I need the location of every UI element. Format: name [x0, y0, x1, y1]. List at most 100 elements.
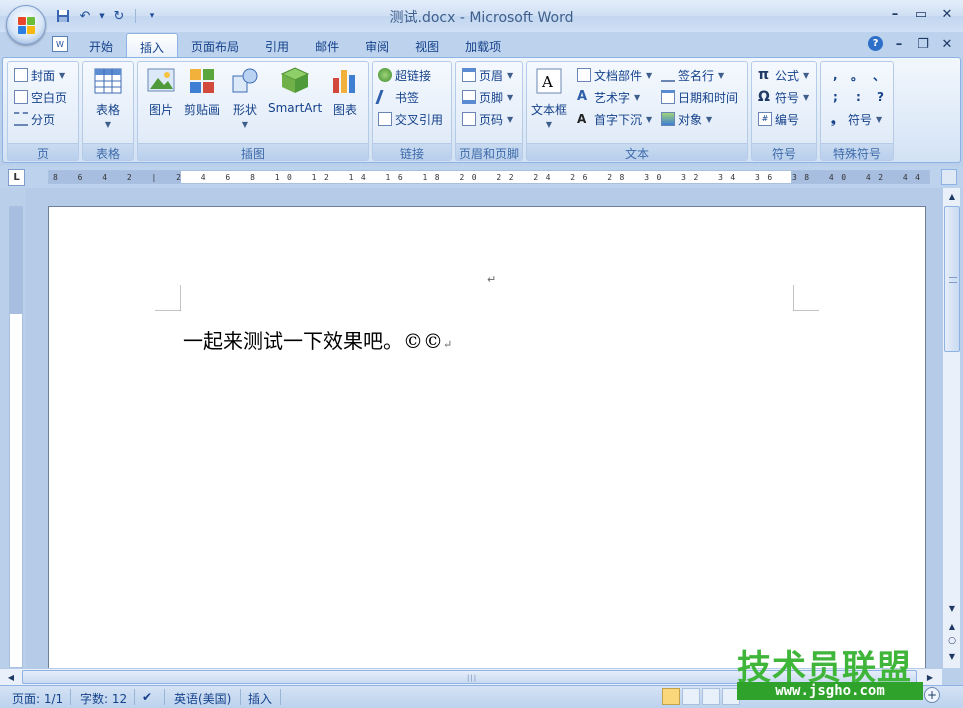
- ribbon-tabs: 开始 插入 页面布局 引用 邮件 审阅 视图 加载项: [76, 33, 514, 58]
- document-body-text[interactable]: 一起来测试一下效果吧。©©↵: [183, 325, 452, 354]
- symbol-comma[interactable]: ,: [833, 65, 838, 85]
- vertical-ruler[interactable]: [9, 206, 23, 668]
- numbering-button[interactable]: # 编号: [758, 109, 799, 129]
- symbol-enumeration-comma[interactable]: 、: [873, 65, 885, 85]
- tab-view[interactable]: 视图: [402, 33, 452, 58]
- doc-minimize-icon[interactable]: –: [891, 36, 907, 52]
- tab-references[interactable]: 引用: [252, 33, 302, 58]
- insert-mode-indicator[interactable]: 插入: [248, 690, 272, 707]
- maximize-icon[interactable]: ▭: [913, 6, 929, 22]
- print-layout-icon[interactable]: [662, 688, 680, 705]
- hyperlink-button[interactable]: 超链接: [378, 65, 431, 85]
- office-button[interactable]: [6, 5, 46, 45]
- view-ruler-button[interactable]: [941, 169, 957, 185]
- help-icon[interactable]: ?: [868, 36, 883, 51]
- group-label-tables: 表格: [83, 143, 133, 161]
- smartart-button[interactable]: SmartArt: [268, 66, 322, 115]
- symbol-button[interactable]: Ω 符号 ▼: [758, 87, 809, 107]
- scroll-down-icon[interactable]: ▼: [944, 600, 960, 616]
- tab-page-layout[interactable]: 页面布局: [178, 33, 252, 58]
- tab-home[interactable]: 开始: [76, 33, 126, 58]
- group-label-header-footer: 页眉和页脚: [456, 143, 522, 161]
- hyperlink-icon: [378, 68, 392, 82]
- footer-button[interactable]: 页脚 ▼: [462, 87, 513, 107]
- paragraph-mark: ↵: [487, 273, 497, 286]
- chart-icon: [333, 70, 355, 93]
- zoom-in-icon[interactable]: +: [924, 687, 940, 703]
- page-break-button[interactable]: 分页: [14, 109, 55, 129]
- minimize-icon[interactable]: –: [887, 6, 903, 22]
- close-icon[interactable]: ✕: [939, 6, 955, 22]
- signature-line-button[interactable]: 签名行 ▼: [661, 65, 724, 85]
- full-screen-reading-icon[interactable]: [682, 688, 700, 705]
- cover-page-button[interactable]: 封面 ▼: [14, 65, 65, 85]
- tab-mailings[interactable]: 邮件: [302, 33, 352, 58]
- object-button[interactable]: 对象 ▼: [661, 109, 712, 129]
- title-bar: ↶ ▼ ↻ ▾ 测试.docx - Microsoft Word – ▭ ✕: [0, 0, 963, 32]
- tab-review[interactable]: 审阅: [352, 33, 402, 58]
- quick-parts-icon: [577, 68, 591, 82]
- table-icon: [94, 68, 122, 94]
- group-label-symbols: 符号: [752, 143, 816, 161]
- browse-object-icon[interactable]: ○: [944, 633, 960, 649]
- cross-reference-button[interactable]: 交叉引用: [378, 109, 443, 129]
- symbol-question[interactable]: ?: [877, 87, 884, 107]
- drop-cap-button[interactable]: A 首字下沉 ▼: [577, 109, 652, 129]
- word-doc-icon[interactable]: W: [52, 36, 68, 52]
- vertical-scrollbar[interactable]: ▲ ▼ ▲ ○ ▼: [942, 188, 960, 668]
- equation-button[interactable]: π 公式 ▼: [758, 65, 809, 85]
- table-button[interactable]: 表格 ▼: [93, 66, 123, 129]
- clip-art-button[interactable]: 剪贴画: [184, 66, 220, 118]
- wordart-button[interactable]: A 艺术字 ▼: [577, 87, 640, 107]
- page-number-button[interactable]: 页码 ▼: [462, 109, 513, 129]
- office-logo-icon: [18, 17, 36, 35]
- group-label-text: 文本: [527, 143, 747, 161]
- divider: [280, 689, 281, 705]
- cross-reference-icon: [378, 112, 392, 126]
- header-button[interactable]: 页眉 ▼: [462, 65, 513, 85]
- language-indicator[interactable]: 英语(美国): [174, 690, 231, 707]
- symbol-semicolon[interactable]: ;: [833, 87, 838, 107]
- symbol-colon[interactable]: :: [856, 87, 861, 107]
- symbol-period[interactable]: 。: [851, 65, 863, 85]
- doc-close-icon[interactable]: ✕: [939, 36, 955, 52]
- ribbon-tab-row: W 开始 插入 页面布局 引用 邮件 审阅 视图 加载项 ? – ❐ ✕: [0, 32, 963, 58]
- word-count[interactable]: 字数: 12: [80, 690, 127, 707]
- watermark-url: www.jsgho.com: [737, 682, 923, 700]
- blank-page-button[interactable]: 空白页: [14, 87, 67, 107]
- horizontal-ruler[interactable]: 8 6 4 2 | 2 4 6 8 10 12 14 16 18 20 22 2…: [48, 170, 930, 184]
- web-layout-icon[interactable]: [702, 688, 720, 705]
- scroll-left-icon[interactable]: ◀: [3, 670, 19, 684]
- header-icon: [462, 68, 476, 82]
- footer-icon: [462, 90, 476, 104]
- text-box-button[interactable]: A 文本框 ▼: [531, 66, 567, 129]
- tab-addins[interactable]: 加载项: [452, 33, 514, 58]
- chart-button[interactable]: 图表: [330, 66, 360, 118]
- group-header-footer: 页眉 ▼ 页脚 ▼ 页码 ▼ 页眉和页脚: [455, 61, 523, 161]
- quick-parts-button[interactable]: 文档部件 ▼: [577, 65, 652, 85]
- tab-selector-button[interactable]: L: [8, 169, 25, 186]
- scroll-up-icon[interactable]: ▲: [944, 188, 960, 204]
- bookmark-button[interactable]: 书签: [375, 87, 419, 107]
- window-controls: – ▭ ✕: [887, 6, 955, 22]
- document-page[interactable]: ↵ 一起来测试一下效果吧。©©↵: [48, 206, 926, 676]
- page-count[interactable]: 页面: 1/1: [12, 690, 63, 707]
- more-symbols-button[interactable]: ❟ 符号 ▼: [831, 109, 882, 129]
- group-symbols: π 公式 ▼ Ω 符号 ▼ # 编号 符号: [751, 61, 817, 161]
- group-special-symbols: , 。 、 ; : ? ❟ 符号 ▼ 特殊符号: [820, 61, 894, 161]
- document-controls: ? – ❐ ✕: [868, 36, 955, 52]
- scroll-right-icon[interactable]: ▶: [922, 670, 938, 684]
- doc-restore-icon[interactable]: ❐: [915, 36, 931, 52]
- shapes-button[interactable]: 形状 ▼: [230, 66, 260, 129]
- picture-button[interactable]: 图片: [146, 66, 176, 118]
- previous-page-icon[interactable]: ▲: [944, 618, 960, 634]
- date-time-button[interactable]: 日期和时间: [661, 87, 738, 107]
- grip-icon: |||: [467, 674, 478, 682]
- proofing-icon[interactable]: ✔: [142, 690, 152, 704]
- wordart-icon: A: [577, 89, 588, 104]
- vertical-scroll-thumb[interactable]: [944, 206, 960, 352]
- drop-cap-icon: A: [577, 112, 587, 126]
- ribbon: 封面 ▼ 空白页 分页 页 表格 ▼ 表格 图片 剪贴画 形状 ▼ SmartA…: [2, 57, 961, 163]
- next-page-icon[interactable]: ▼: [944, 648, 960, 664]
- tab-insert[interactable]: 插入: [126, 33, 179, 58]
